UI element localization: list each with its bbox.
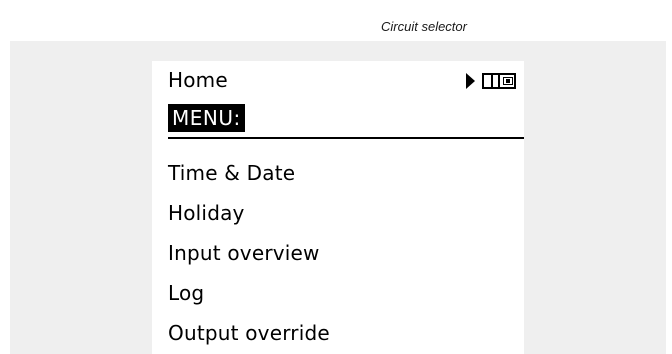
circuit-selector-icon[interactable] <box>482 73 516 89</box>
menu-item-output-override[interactable]: Output override <box>168 313 330 353</box>
menu-header: MENU: <box>168 101 524 139</box>
menu-section-label: MENU: <box>168 104 245 132</box>
display-title: Home <box>168 68 228 92</box>
selector-active-box <box>503 77 513 85</box>
menu-item-time-date[interactable]: Time & Date <box>168 153 330 193</box>
circuit-selector-caption: Circuit selector <box>381 19 467 34</box>
menu-list: Time & Date Holiday Input overview Log O… <box>168 153 330 353</box>
selector-divider <box>498 75 500 87</box>
selector-divider <box>491 75 493 87</box>
play-icon <box>466 73 475 89</box>
controller-display: Home MENU: Time & Date Holiday Input ove… <box>152 61 524 354</box>
menu-item-holiday[interactable]: Holiday <box>168 193 330 233</box>
display-header: Home <box>168 66 524 94</box>
menu-item-input-overview[interactable]: Input overview <box>168 233 330 273</box>
menu-item-log[interactable]: Log <box>168 273 330 313</box>
